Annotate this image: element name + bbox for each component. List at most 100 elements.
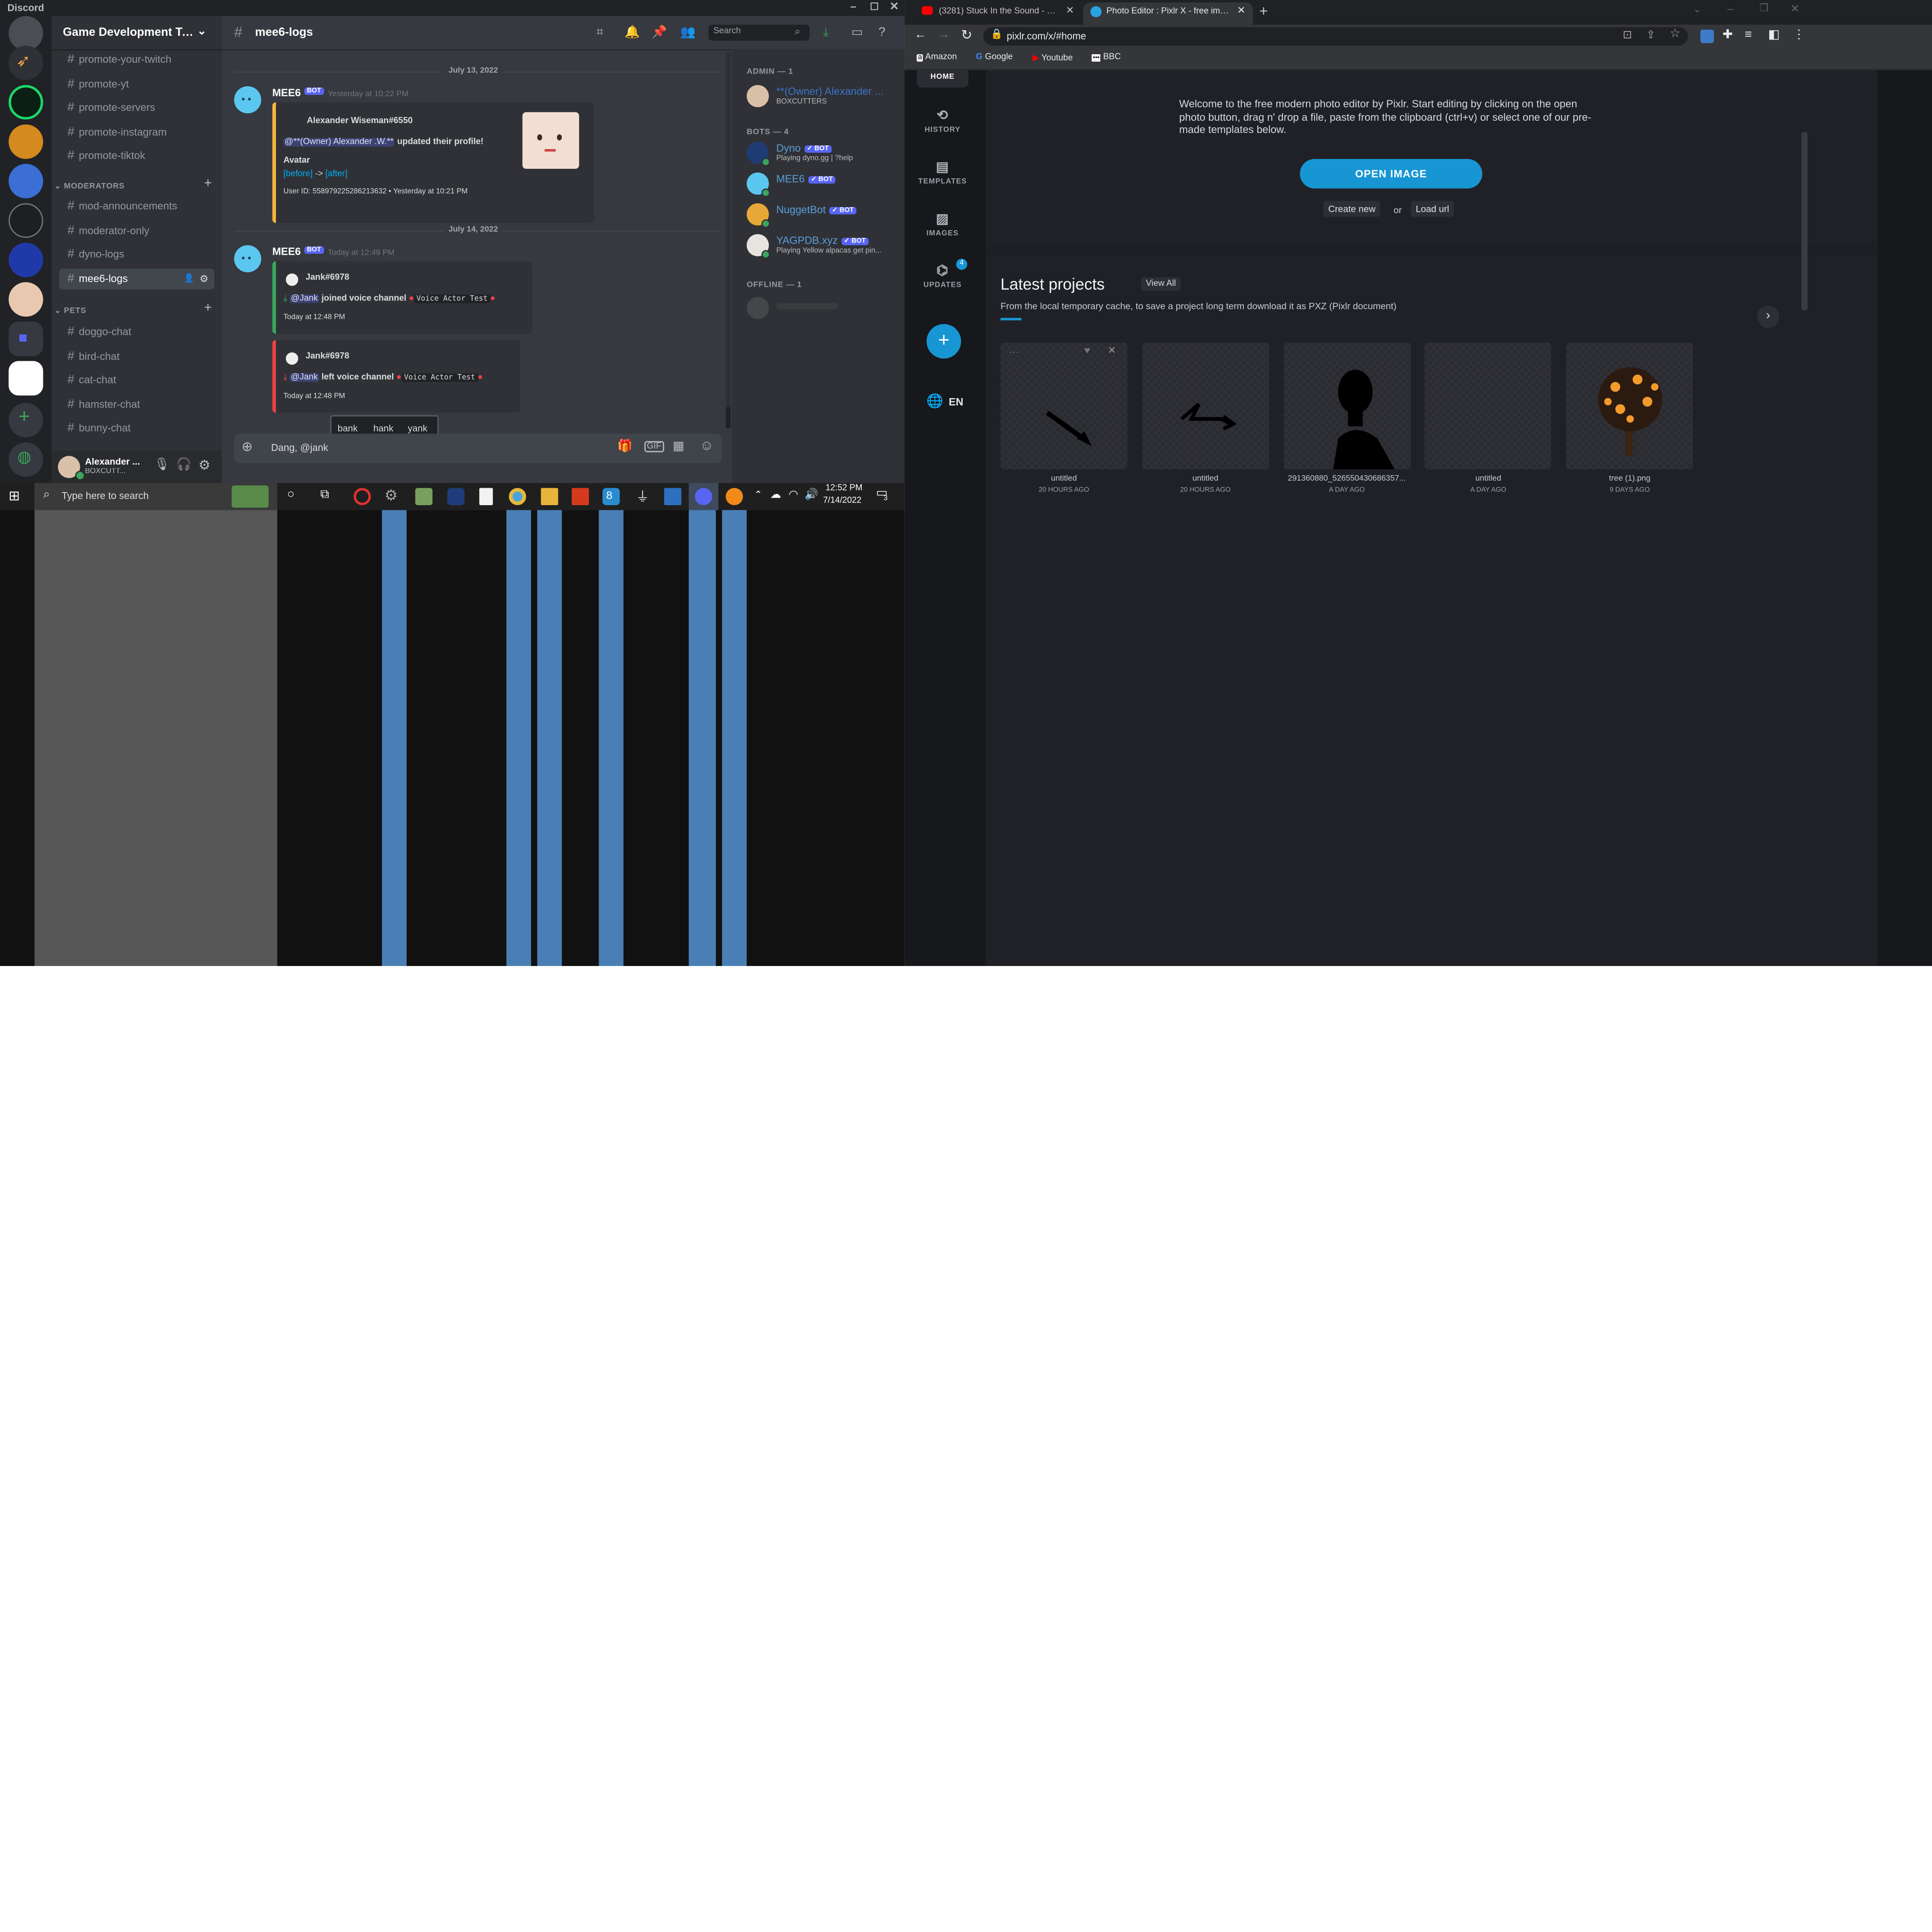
channel-item[interactable]: # cat-chat (59, 370, 214, 391)
share-icon[interactable]: ⇪ (1646, 28, 1656, 42)
app-icon[interactable] (415, 488, 433, 506)
category-moderators[interactable]: ⌄ MODERATORS (54, 181, 125, 191)
channel-item[interactable]: # bunny-chat (59, 418, 214, 439)
discord-taskbar-button[interactable] (689, 483, 718, 510)
plug-icon[interactable]: ⏚ (636, 487, 650, 507)
chrome-icon[interactable] (508, 488, 526, 506)
puzzle-icon[interactable]: ✚ (1723, 28, 1733, 42)
add-member-icon[interactable]: 👤 (183, 268, 194, 289)
autocomplete-option[interactable]: hank (374, 423, 393, 434)
globe-icon[interactable]: 🌐 (926, 393, 943, 409)
view-all-button[interactable]: View All (1141, 277, 1181, 291)
close-icon[interactable]: ✕ (1108, 345, 1116, 356)
project-thumbnail[interactable] (1424, 342, 1552, 470)
headphones-icon[interactable]: 🎧 (176, 458, 192, 472)
threads-icon[interactable]: ⌗ (596, 26, 603, 40)
nav-images[interactable]: ▨ IMAGES (909, 211, 976, 238)
gear-icon[interactable]: ⚙ (200, 268, 208, 289)
side-panel-icon[interactable]: ◧ (1768, 28, 1780, 42)
bookmark-amazon[interactable]: a Amazon (916, 53, 957, 62)
lock-icon[interactable]: 🔒 (991, 28, 1003, 40)
clock-date[interactable]: 7/14/2022 (823, 497, 861, 505)
autocomplete-option[interactable]: bank (338, 423, 358, 434)
channel-item[interactable]: # promote-instagram (59, 121, 214, 142)
chevron-down-icon[interactable]: ⌄ (1693, 4, 1701, 15)
notepad-icon[interactable] (479, 488, 493, 506)
channel-item[interactable]: # promote-tiktok (59, 145, 214, 166)
wifi-icon[interactable]: ◠ (789, 488, 799, 501)
load-url-button[interactable]: Load url (1411, 200, 1454, 217)
language-selector[interactable]: EN (949, 396, 963, 408)
server-icon[interactable] (8, 164, 43, 199)
user-mention[interactable]: @Jank (290, 373, 319, 382)
avatar[interactable]: • • (234, 86, 261, 114)
message-author[interactable]: MEE6 (272, 86, 300, 99)
app-icon[interactable] (664, 488, 682, 506)
file-explorer-icon[interactable] (541, 488, 558, 506)
close-icon[interactable]: ✕ (1790, 2, 1800, 16)
chat-scrollbar[interactable] (725, 51, 731, 429)
create-new-button[interactable]: Create new (1323, 200, 1381, 217)
task-view-icon[interactable]: ⧉ (320, 488, 329, 501)
server-icon[interactable] (8, 361, 43, 396)
after-link[interactable]: [after] (325, 170, 348, 178)
message-input[interactable]: Dang, @jank (271, 442, 328, 454)
new-project-button[interactable]: + (926, 324, 961, 359)
member-item[interactable]: YAGPDB.xyz ✓ BOT Playing Yellow alpacas ge… (747, 233, 899, 260)
new-tab-icon[interactable]: + (1259, 2, 1268, 20)
install-icon[interactable]: ⊡ (1623, 28, 1632, 42)
minimize-icon[interactable]: – (850, 0, 856, 12)
bookmark-google[interactable]: G Google (976, 53, 1013, 61)
server-icon[interactable] (8, 203, 43, 238)
close-icon[interactable]: ✕ (1237, 5, 1246, 16)
bookmark-bbc[interactable]: ▪▪▪ BBC (1091, 53, 1121, 62)
settings-icon[interactable]: ⚙ (384, 487, 398, 504)
address-bar[interactable]: 🔒 pixlr.com/x/#home ⊡ ⇪ ☆ (983, 27, 1688, 46)
guild-header[interactable]: Game Development Team ⌄ (51, 16, 222, 51)
more-options-icon[interactable]: ··· (1009, 346, 1019, 358)
member-item[interactable]: MEE6 ✓ BOT (747, 171, 899, 198)
cortana-icon[interactable]: ○ (287, 488, 295, 501)
security-shield-icon[interactable] (447, 488, 465, 506)
sticker-icon[interactable]: ▦ (673, 440, 684, 454)
member-item[interactable]: NuggetBot ✓ BOT (747, 202, 899, 229)
chevron-up-icon[interactable]: ⌃ (754, 489, 763, 500)
add-server-icon[interactable]: + (8, 403, 43, 438)
next-arrow-button[interactable]: › (1757, 305, 1780, 328)
cloud-icon[interactable]: ☁ (770, 488, 782, 501)
star-icon[interactable]: ☆ (1670, 27, 1681, 41)
clock-time[interactable]: 12:52 PM (825, 484, 862, 493)
open-image-button[interactable]: OPEN IMAGE (1299, 158, 1482, 189)
nav-templates[interactable]: ▤ TEMPLATES (909, 159, 976, 186)
pin-icon[interactable]: 📌 (652, 26, 667, 40)
maximize-icon[interactable]: ☐ (870, 1, 879, 13)
help-icon[interactable]: ? (879, 26, 886, 40)
avatar-thumbnail[interactable] (522, 112, 579, 169)
folder-icon[interactable]: ■ (8, 321, 43, 356)
gift-icon[interactable]: 🎁 (617, 440, 633, 454)
bookmark-youtube[interactable]: ▶ Youtube (1033, 53, 1073, 63)
server-icon[interactable] (8, 242, 43, 277)
more-icon[interactable]: ⋮ (1793, 28, 1805, 42)
category-pets[interactable]: ⌄ PETS (54, 306, 86, 315)
opera-icon[interactable] (353, 488, 371, 506)
office-icon[interactable] (572, 488, 589, 506)
tab-youtube[interactable]: (3281) Stuck In the Sound - Let's ✕ (914, 2, 1079, 25)
project-thumbnail[interactable] (1283, 342, 1410, 470)
download-icon[interactable]: ⤓ (823, 26, 829, 40)
channel-item[interactable]: # mod-announcements (59, 196, 214, 217)
explore-icon[interactable]: ◍ (8, 442, 43, 477)
volume-icon[interactable]: 🔊 (805, 488, 818, 501)
member-item[interactable]: Dyno ✓ BOT Playing dyno.gg | ?help (747, 141, 899, 167)
heart-icon[interactable]: ♥ (1084, 345, 1090, 356)
server-icon[interactable] (8, 282, 43, 317)
reload-icon[interactable]: ↻ (961, 27, 973, 43)
channel-item[interactable]: # promote-servers (59, 97, 214, 118)
windows-start-icon[interactable]: ⊞ (8, 488, 20, 504)
message-author[interactable]: MEE6 (272, 245, 300, 258)
microphone-icon[interactable]: 🎙 (154, 458, 170, 472)
member-item[interactable]: **(Owner) Alexander ... BOXCUTTERS (747, 84, 899, 111)
member-item[interactable] (747, 296, 899, 323)
forward-icon[interactable]: → (938, 28, 950, 42)
taskbar-search[interactable]: ⌕ Type here to search (34, 483, 277, 510)
